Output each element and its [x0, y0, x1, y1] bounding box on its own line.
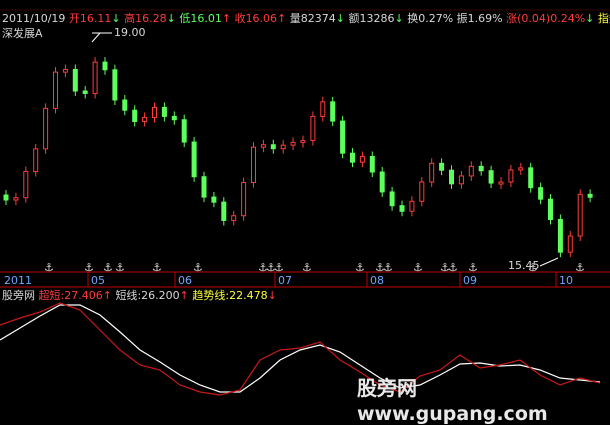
candle: [191, 141, 197, 178]
candle: [369, 155, 375, 173]
event-anchor-icon[interactable]: ⚓: [383, 261, 393, 274]
candle: [201, 176, 207, 198]
indicator-line3-value: 22.478: [229, 289, 268, 302]
candle: [152, 106, 157, 118]
month-label: 09: [463, 274, 477, 287]
event-anchor-icon[interactable]: ⚓: [193, 261, 203, 274]
candle: [310, 115, 316, 142]
event-anchor-icon[interactable]: ⚓: [44, 261, 54, 274]
candle: [379, 171, 385, 193]
event-anchor-icon[interactable]: ⚓: [468, 261, 478, 274]
candle: [23, 170, 29, 199]
candle: [320, 101, 326, 117]
candle: [132, 109, 138, 123]
candle: [33, 148, 39, 172]
candle: [439, 162, 445, 171]
high-price-annotation: 19.00: [114, 26, 146, 39]
candle: [399, 205, 405, 212]
candle: [53, 71, 58, 109]
indicator-line3-label: 趋势线: [192, 289, 226, 302]
indicator-name[interactable]: 股旁网: [2, 289, 35, 302]
event-anchor-icon[interactable]: ⚓: [413, 261, 423, 274]
candle: [161, 106, 167, 117]
indicator-line1-label: 超短: [38, 289, 61, 302]
watermark-url: www.gupang.com: [357, 403, 548, 425]
candle: [508, 169, 514, 183]
event-anchor-icon[interactable]: ⚓: [152, 261, 162, 274]
candle: [211, 196, 217, 203]
watermark-cn: 股旁网: [357, 376, 417, 400]
candle: [72, 68, 78, 92]
chart-canvas[interactable]: [0, 0, 610, 410]
candle: [221, 201, 227, 221]
indicator-line1-value: 27.406: [64, 289, 103, 302]
candle: [3, 194, 9, 201]
candle: [587, 193, 593, 198]
candle: [251, 146, 256, 184]
candle: [270, 144, 276, 150]
candle: [567, 235, 573, 253]
month-label: 10: [559, 274, 573, 287]
month-ticks: [87, 272, 557, 287]
candle: [478, 165, 484, 172]
candle: [577, 193, 583, 237]
candle: [102, 61, 108, 71]
candle: [62, 68, 68, 73]
indicator-header: 股旁网 超短:27.406↑ 短线:26.200↑ 趋势线:22.478↓: [2, 289, 277, 302]
indicator-line2-label: 短线: [115, 289, 138, 302]
watermark: 股旁网 www.gupang.com: [357, 372, 610, 425]
candle: [13, 197, 19, 201]
event-anchor-icon[interactable]: ⚓: [355, 261, 365, 274]
candle: [122, 99, 128, 111]
candle: [548, 198, 553, 220]
candle: [142, 116, 148, 123]
year-label: 2011: [4, 274, 32, 287]
candle: [181, 119, 187, 143]
event-anchor-icon[interactable]: ⚓: [528, 261, 538, 274]
candle: [340, 120, 346, 154]
event-anchor-icon[interactable]: ⚓: [115, 261, 125, 274]
candle: [290, 141, 296, 146]
candle: [557, 218, 563, 253]
candle: [468, 165, 474, 177]
candle: [359, 155, 365, 163]
candle: [300, 140, 306, 144]
candle: [171, 115, 177, 121]
candle: [488, 170, 494, 184]
candle: [458, 175, 464, 185]
candle: [498, 181, 504, 185]
month-label: 08: [370, 274, 384, 287]
candle: [389, 191, 395, 207]
candle: [280, 144, 286, 150]
candle: [330, 101, 336, 122]
candlestick-series: [3, 57, 593, 258]
event-anchor-icon[interactable]: ⚓: [575, 261, 585, 274]
event-anchor-icon[interactable]: ⚓: [448, 261, 458, 274]
candle: [409, 200, 415, 212]
month-label: 05: [91, 274, 105, 287]
month-label: 07: [278, 274, 292, 287]
candle: [350, 152, 355, 163]
event-anchor-icon[interactable]: ⚓: [103, 261, 113, 274]
candle: [429, 162, 435, 183]
candle: [241, 182, 247, 217]
candle: [518, 167, 524, 171]
candle: [449, 169, 454, 185]
candle: [112, 69, 118, 101]
month-label: 06: [178, 274, 192, 287]
candle: [538, 187, 544, 200]
candle: [419, 181, 425, 202]
candle: [260, 144, 266, 148]
high-pointer: [91, 32, 101, 43]
event-anchor-icon[interactable]: ⚓: [84, 261, 94, 274]
candle: [231, 215, 237, 221]
candle: [82, 90, 88, 94]
event-anchor-icon[interactable]: ⚓: [274, 261, 284, 274]
candle: [528, 167, 534, 189]
event-anchor-icon[interactable]: ⚓: [302, 261, 312, 274]
indicator-line2-value: 26.200: [141, 289, 180, 302]
low-pointer: [539, 257, 559, 267]
candle: [43, 107, 49, 150]
candle: [92, 61, 98, 94]
